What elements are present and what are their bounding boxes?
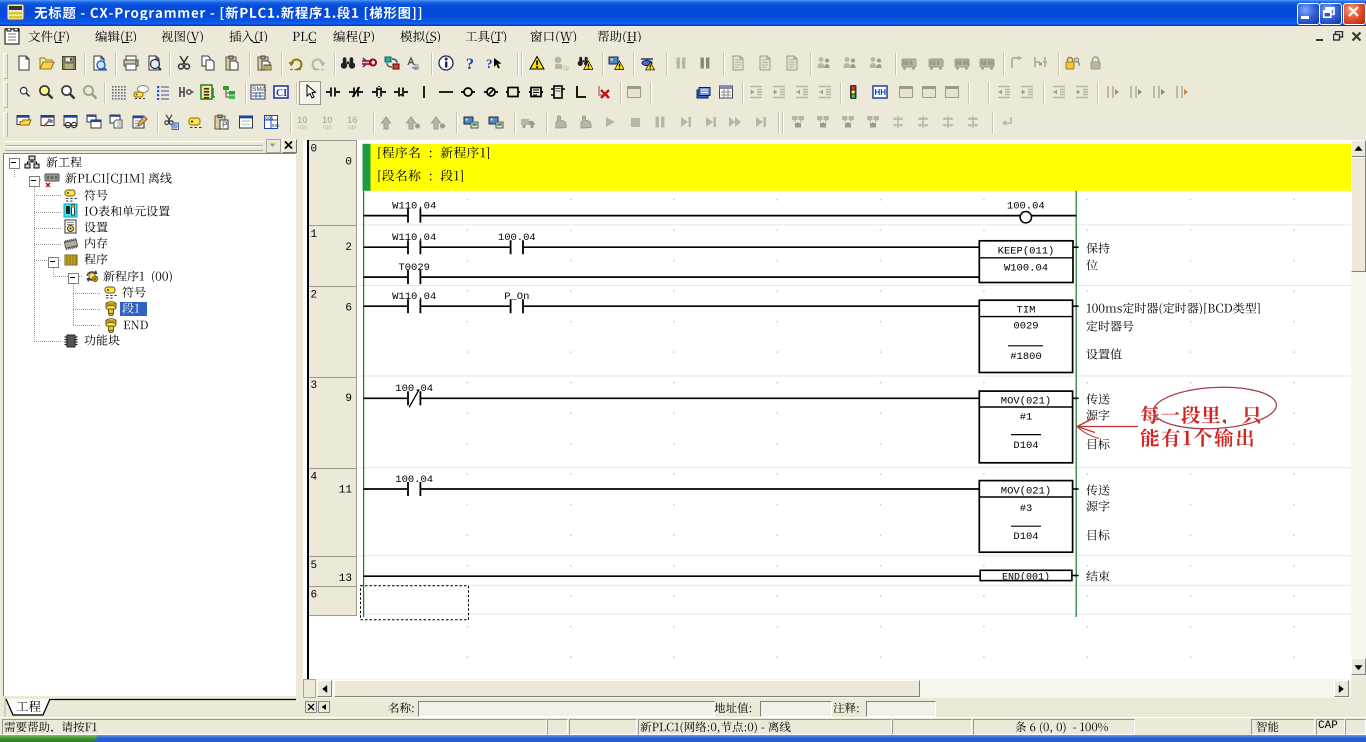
svg-text:SMA: SMA xyxy=(252,86,266,93)
svg-text:9: 9 xyxy=(345,393,352,405)
svg-text:2: 2 xyxy=(311,290,318,302)
svg-text:002: 002 xyxy=(272,123,279,129)
svg-text:CI: CI xyxy=(276,88,287,99)
svg-text:0: 0 xyxy=(345,157,352,169)
svg-text:W110.04: W110.04 xyxy=(392,291,436,303)
svg-text:100.04: 100.04 xyxy=(395,474,433,486)
svg-text:MOV(021): MOV(021) xyxy=(1001,485,1051,497)
svg-text:D104: D104 xyxy=(1013,531,1038,543)
svg-text:P: P xyxy=(222,121,227,130)
svg-text:#1: #1 xyxy=(1020,412,1033,424)
svg-text:TIM: TIM xyxy=(1017,304,1036,316)
svg-text:W110.04: W110.04 xyxy=(392,200,436,212)
svg-text:END(001): END(001) xyxy=(1002,571,1050,583)
svg-text:5: 5 xyxy=(311,560,318,572)
svg-text:001: 001 xyxy=(265,115,273,121)
svg-text:13: 13 xyxy=(339,573,352,585)
svg-text:B: B xyxy=(414,63,419,71)
svg-text:6: 6 xyxy=(311,589,318,601)
svg-text:?: ? xyxy=(486,56,493,71)
svg-text:100.04: 100.04 xyxy=(395,383,433,395)
svg-text:4: 4 xyxy=(311,472,318,484)
svg-text:rgn: rgn xyxy=(298,125,307,130)
svg-text:0: 0 xyxy=(311,144,318,156)
svg-text:KEEP(011): KEEP(011) xyxy=(998,245,1055,257)
svg-text:1: 1 xyxy=(311,229,318,241)
svg-text:rgn: rgn xyxy=(348,125,357,130)
svg-text:HH: HH xyxy=(875,88,887,97)
svg-text:#1800: #1800 xyxy=(1010,351,1042,363)
svg-text:6: 6 xyxy=(345,303,352,315)
svg-text:#3: #3 xyxy=(1020,503,1033,515)
svg-text:T0029: T0029 xyxy=(398,262,430,274)
svg-text:2: 2 xyxy=(345,242,352,254)
svg-text:3: 3 xyxy=(311,380,318,392)
svg-text:?: ? xyxy=(466,56,474,71)
svg-text:100.04: 100.04 xyxy=(498,232,536,244)
svg-text:rgn: rgn xyxy=(561,65,569,71)
svg-text:W110.04: W110.04 xyxy=(392,232,436,244)
svg-text:100.04: 100.04 xyxy=(1007,200,1045,212)
svg-text:P_On: P_On xyxy=(504,291,529,303)
svg-text:0029: 0029 xyxy=(1013,321,1038,333)
svg-text:rgn: rgn xyxy=(323,125,332,130)
svg-text:MOV(021): MOV(021) xyxy=(1001,395,1051,407)
svg-text:11: 11 xyxy=(339,485,353,497)
svg-text:W100.04: W100.04 xyxy=(1004,262,1048,274)
svg-text:D104: D104 xyxy=(1013,440,1038,452)
